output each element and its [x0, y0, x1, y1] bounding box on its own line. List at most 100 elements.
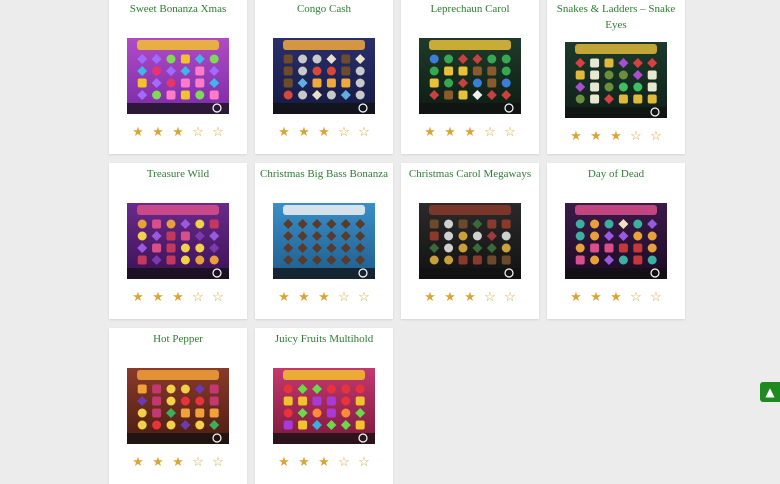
star-rating: ★ ★ ★ ☆ ☆	[255, 455, 393, 469]
star-filled-icon: ★	[590, 128, 602, 143]
game-thumbnail[interactable]	[565, 203, 667, 279]
star-filled-icon: ★	[444, 289, 456, 304]
chevron-up-icon: ▲	[765, 385, 775, 399]
game-thumbnail-wrap[interactable]	[565, 203, 667, 279]
game-thumbnail[interactable]	[127, 38, 229, 114]
game-card[interactable]: Christmas Carol Megaways ★ ★ ★ ☆ ☆	[401, 163, 539, 319]
game-thumbnail[interactable]	[565, 42, 667, 118]
star-filled-icon: ★	[172, 454, 184, 469]
star-filled-icon: ★	[610, 289, 622, 304]
star-filled-icon: ★	[318, 124, 330, 139]
game-card[interactable]: Day of Dead ★ ★ ★ ☆ ☆	[547, 163, 685, 319]
game-thumbnail-wrap[interactable]	[127, 38, 229, 114]
star-rating: ★ ★ ★ ☆ ☆	[109, 125, 247, 139]
star-rating: ★ ★ ★ ☆ ☆	[401, 125, 539, 139]
game-title-link[interactable]: Hot Pepper	[113, 331, 243, 347]
game-thumbnail[interactable]	[273, 38, 375, 114]
game-title-link[interactable]: Christmas Big Bass Bonanza	[259, 166, 389, 182]
star-empty-icon: ☆	[358, 289, 370, 304]
star-rating: ★ ★ ★ ☆ ☆	[109, 290, 247, 304]
star-empty-icon: ☆	[484, 289, 496, 304]
star-filled-icon: ★	[152, 124, 164, 139]
star-filled-icon: ★	[278, 454, 290, 469]
star-empty-icon: ☆	[192, 454, 204, 469]
game-thumbnail-wrap[interactable]	[127, 368, 229, 444]
star-rating: ★ ★ ★ ☆ ☆	[255, 125, 393, 139]
game-thumbnail-wrap[interactable]	[127, 203, 229, 279]
game-thumbnail[interactable]	[127, 368, 229, 444]
games-grid: Sweet Bonanza Xmas ★ ★ ★ ☆ ☆ Congo Cash ★ ★ ★ ☆ ☆ Le…	[109, 0, 685, 484]
star-filled-icon: ★	[172, 289, 184, 304]
star-filled-icon: ★	[570, 128, 582, 143]
star-empty-icon: ☆	[192, 289, 204, 304]
star-filled-icon: ★	[172, 124, 184, 139]
game-thumbnail-wrap[interactable]	[565, 42, 667, 118]
game-thumbnail[interactable]	[273, 368, 375, 444]
star-empty-icon: ☆	[212, 454, 224, 469]
star-empty-icon: ☆	[212, 289, 224, 304]
star-filled-icon: ★	[464, 289, 476, 304]
game-title-link[interactable]: Sweet Bonanza Xmas	[113, 1, 243, 17]
game-thumbnail-wrap[interactable]	[273, 203, 375, 279]
game-thumbnail-wrap[interactable]	[419, 203, 521, 279]
star-filled-icon: ★	[318, 289, 330, 304]
star-empty-icon: ☆	[338, 289, 350, 304]
star-filled-icon: ★	[298, 124, 310, 139]
star-rating: ★ ★ ★ ☆ ☆	[547, 290, 685, 304]
game-card[interactable]: Hot Pepper ★ ★ ★ ☆ ☆	[109, 328, 247, 484]
game-thumbnail-wrap[interactable]	[419, 38, 521, 114]
star-empty-icon: ☆	[650, 289, 662, 304]
star-rating: ★ ★ ★ ☆ ☆	[401, 290, 539, 304]
star-filled-icon: ★	[132, 124, 144, 139]
game-card[interactable]: Leprechaun Carol ★ ★ ★ ☆ ☆	[401, 0, 539, 154]
star-empty-icon: ☆	[504, 289, 516, 304]
star-filled-icon: ★	[298, 454, 310, 469]
star-empty-icon: ☆	[504, 124, 516, 139]
game-title-link[interactable]: Leprechaun Carol	[405, 1, 535, 17]
star-rating: ★ ★ ★ ☆ ☆	[255, 290, 393, 304]
game-thumbnail[interactable]	[419, 38, 521, 114]
star-filled-icon: ★	[590, 289, 602, 304]
star-empty-icon: ☆	[358, 454, 370, 469]
star-filled-icon: ★	[610, 128, 622, 143]
star-empty-icon: ☆	[650, 128, 662, 143]
star-rating: ★ ★ ★ ☆ ☆	[547, 129, 685, 143]
star-empty-icon: ☆	[192, 124, 204, 139]
game-title-link[interactable]: Snakes & Ladders – Snake Eyes	[551, 1, 681, 33]
star-empty-icon: ☆	[212, 124, 224, 139]
star-filled-icon: ★	[298, 289, 310, 304]
game-card[interactable]: Sweet Bonanza Xmas ★ ★ ★ ☆ ☆	[109, 0, 247, 154]
game-card[interactable]: Christmas Big Bass Bonanza ★ ★ ★ ☆ ☆	[255, 163, 393, 319]
game-title-link[interactable]: Treasure Wild	[113, 166, 243, 182]
star-empty-icon: ☆	[484, 124, 496, 139]
star-filled-icon: ★	[152, 454, 164, 469]
star-rating: ★ ★ ★ ☆ ☆	[109, 455, 247, 469]
star-filled-icon: ★	[444, 124, 456, 139]
star-filled-icon: ★	[132, 289, 144, 304]
game-thumbnail[interactable]	[273, 203, 375, 279]
game-title-link[interactable]: Day of Dead	[551, 166, 681, 182]
star-empty-icon: ☆	[630, 289, 642, 304]
star-empty-icon: ☆	[338, 124, 350, 139]
game-card[interactable]: Congo Cash ★ ★ ★ ☆ ☆	[255, 0, 393, 154]
game-card[interactable]: Juicy Fruits Multihold ★ ★ ★ ☆ ☆	[255, 328, 393, 484]
star-empty-icon: ☆	[338, 454, 350, 469]
star-filled-icon: ★	[424, 124, 436, 139]
scroll-to-top-button[interactable]: ▲	[760, 382, 780, 402]
game-thumbnail[interactable]	[127, 203, 229, 279]
star-empty-icon: ☆	[358, 124, 370, 139]
game-card[interactable]: Treasure Wild ★ ★ ★ ☆ ☆	[109, 163, 247, 319]
game-card[interactable]: Snakes & Ladders – Snake Eyes ★ ★ ★ ☆ ☆	[547, 0, 685, 154]
star-filled-icon: ★	[464, 124, 476, 139]
star-filled-icon: ★	[424, 289, 436, 304]
game-title-link[interactable]: Christmas Carol Megaways	[405, 166, 535, 182]
star-filled-icon: ★	[132, 454, 144, 469]
game-thumbnail-wrap[interactable]	[273, 38, 375, 114]
game-title-link[interactable]: Juicy Fruits Multihold	[259, 331, 389, 347]
star-filled-icon: ★	[278, 289, 290, 304]
game-title-link[interactable]: Congo Cash	[259, 1, 389, 17]
star-empty-icon: ☆	[630, 128, 642, 143]
game-thumbnail-wrap[interactable]	[273, 368, 375, 444]
game-thumbnail[interactable]	[419, 203, 521, 279]
star-filled-icon: ★	[570, 289, 582, 304]
